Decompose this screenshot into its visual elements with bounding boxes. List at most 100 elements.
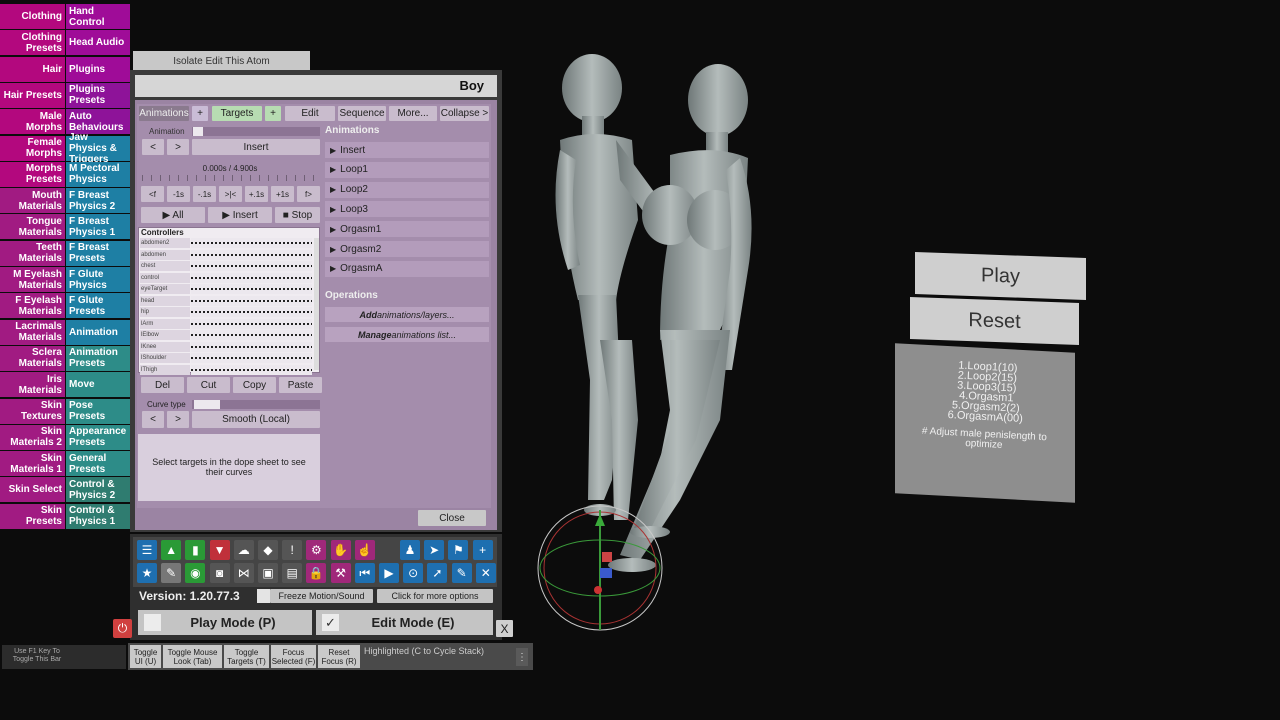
tab-f-glute-presets[interactable]: F Glute Presets bbox=[66, 293, 130, 319]
scrub-button[interactable]: <f bbox=[141, 186, 164, 202]
cut-button[interactable]: Cut bbox=[187, 377, 230, 393]
animation-item[interactable]: ▶ Insert bbox=[325, 142, 489, 158]
scrub-button[interactable]: +1s bbox=[271, 186, 294, 202]
folder-edit-icon[interactable]: ✎ bbox=[161, 563, 182, 583]
tab-jaw-physics-triggers[interactable]: Jaw Physics & Triggers bbox=[66, 132, 130, 165]
manage-animations-button[interactable]: Manage animations list... bbox=[325, 327, 489, 342]
bottom-toggle-targets-t-button[interactable]: Toggle Targets (T) bbox=[224, 645, 269, 668]
tab-lacrimals-materials[interactable]: Lacrimals Materials bbox=[0, 319, 65, 345]
tab-sequence[interactable]: Sequence bbox=[338, 106, 386, 121]
tab-collapse[interactable]: Collapse > bbox=[440, 106, 489, 121]
play-mode-checkbox[interactable] bbox=[144, 614, 161, 631]
tab-m-pectoral-physics[interactable]: M Pectoral Physics bbox=[66, 161, 130, 187]
controller-keyframes[interactable] bbox=[191, 238, 312, 248]
tab-edit[interactable]: Edit bbox=[285, 106, 335, 121]
tab-morphs-presets[interactable]: Morphs Presets bbox=[0, 161, 65, 187]
bottom-reset-focus-r-button[interactable]: Reset Focus (R) bbox=[318, 645, 360, 668]
stop-button[interactable]: ■ Stop bbox=[275, 207, 320, 223]
tab-control-physics-2[interactable]: Control & Physics 2 bbox=[66, 477, 130, 503]
cube-icon[interactable]: ◆ bbox=[258, 540, 278, 560]
hammer-icon[interactable]: ⚒ bbox=[330, 563, 351, 583]
save-red-icon[interactable]: ▼ bbox=[209, 540, 230, 560]
animation-slider-handle[interactable] bbox=[193, 127, 203, 136]
copy-button[interactable]: Copy bbox=[233, 377, 276, 393]
tab-skin-materials-2[interactable]: Skin Materials 2 bbox=[0, 424, 65, 450]
tab-clothing[interactable]: Clothing bbox=[0, 4, 65, 29]
hand-icon[interactable]: ✋ bbox=[330, 540, 351, 560]
tab-hair[interactable]: Hair bbox=[0, 56, 65, 82]
animation-item[interactable]: ▶ Loop1 bbox=[325, 161, 489, 178]
tab-move[interactable]: Move bbox=[66, 372, 130, 398]
tab-mouth-materials[interactable]: Mouth Materials bbox=[0, 188, 65, 214]
tab-sclera-materials[interactable]: Sclera Materials bbox=[0, 345, 65, 371]
person-icon[interactable]: ♟ bbox=[400, 540, 420, 560]
controller-keyframes[interactable] bbox=[191, 307, 312, 317]
plus-icon[interactable]: + bbox=[472, 540, 493, 560]
pointer-icon[interactable]: ➚ bbox=[427, 563, 448, 583]
tab-general-presets[interactable]: General Presets bbox=[66, 451, 130, 477]
network-icon[interactable]: ⋈ bbox=[233, 563, 254, 583]
skip-start-icon[interactable]: ⏮ bbox=[354, 563, 375, 583]
alert-icon[interactable]: ! bbox=[282, 540, 303, 560]
package-icon[interactable]: ▣ bbox=[258, 563, 278, 583]
tab-plugins-presets[interactable]: Plugins Presets bbox=[66, 82, 130, 108]
tab-pose-presets[interactable]: Pose Presets bbox=[66, 398, 130, 424]
del-button[interactable]: Del bbox=[141, 377, 184, 393]
bottom-focus-selected-f-button[interactable]: Focus Selected (F) bbox=[271, 645, 316, 668]
tab-appearance-presets[interactable]: Appearance Presets bbox=[66, 424, 130, 450]
close-panel-button[interactable]: Close bbox=[418, 510, 486, 526]
play-insert-button[interactable]: ▶ Insert bbox=[208, 207, 272, 223]
world-play-button[interactable]: Play bbox=[915, 252, 1086, 300]
controller-keyframes[interactable] bbox=[191, 261, 312, 271]
document-icon[interactable]: ▤ bbox=[282, 563, 303, 583]
tab-f-eyelash-materials[interactable]: F Eyelash Materials bbox=[0, 293, 65, 319]
controller-keyframes[interactable] bbox=[191, 341, 312, 352]
target-icon[interactable]: ⊙ bbox=[403, 563, 424, 583]
tab-skin-presets[interactable]: Skin Presets bbox=[0, 503, 65, 529]
controller-keyframes[interactable] bbox=[191, 364, 312, 375]
send-icon[interactable]: ➤ bbox=[424, 540, 445, 560]
tab-skin-materials-1[interactable]: Skin Materials 1 bbox=[0, 451, 65, 477]
tab-auto-behaviours[interactable]: Auto Behaviours bbox=[66, 109, 130, 135]
timeline-scrubber[interactable] bbox=[142, 175, 320, 181]
tab-skin-textures[interactable]: Skin Textures bbox=[0, 398, 65, 424]
scrub-button[interactable]: f> bbox=[297, 186, 320, 202]
animation-item[interactable]: ▶ OrgasmA bbox=[325, 260, 489, 277]
animation-item[interactable]: ▶ Loop2 bbox=[325, 181, 489, 198]
play-all-button[interactable]: ▶ All bbox=[141, 207, 205, 223]
insert-button[interactable]: Insert bbox=[192, 139, 320, 155]
animation-slider[interactable] bbox=[192, 127, 320, 136]
curve-prev-button[interactable]: < bbox=[142, 411, 164, 428]
next-animation-button[interactable]: > bbox=[167, 139, 189, 155]
tab-animations-add[interactable]: + bbox=[192, 106, 208, 121]
camera-icon[interactable]: ◙ bbox=[209, 563, 230, 583]
controller-keyframes[interactable] bbox=[191, 295, 312, 306]
bottom-toggle-mouse-look-tab-button[interactable]: Toggle Mouse Look (Tab) bbox=[163, 645, 222, 668]
person-edit-icon[interactable]: ✎ bbox=[451, 563, 472, 583]
person-settings-icon[interactable]: ⚙ bbox=[306, 540, 327, 560]
tab-f-breast-presets[interactable]: F Breast Presets bbox=[66, 240, 130, 266]
freeze-checkbox[interactable] bbox=[257, 589, 270, 603]
prev-animation-button[interactable]: < bbox=[142, 139, 164, 155]
scrub-button[interactable]: -1s bbox=[167, 186, 190, 202]
tab-more[interactable]: More... bbox=[389, 106, 437, 121]
more-vert-icon[interactable]: ⋮ bbox=[516, 648, 528, 666]
tab-male-morphs[interactable]: Male Morphs bbox=[0, 109, 65, 135]
tab-hand-control[interactable]: Hand Control bbox=[66, 4, 130, 29]
tab-iris-materials[interactable]: Iris Materials bbox=[0, 372, 65, 398]
scrub-button[interactable]: >|< bbox=[219, 186, 242, 202]
tab-tongue-materials[interactable]: Tongue Materials bbox=[0, 214, 65, 240]
tab-female-morphs[interactable]: Female Morphs bbox=[0, 135, 65, 161]
play-icon[interactable]: ▶ bbox=[379, 563, 399, 583]
folder-save-icon[interactable]: ▲ bbox=[161, 540, 182, 560]
tab-hair-presets[interactable]: Hair Presets bbox=[0, 82, 65, 108]
tab-clothing-presets[interactable]: Clothing Presets bbox=[0, 30, 65, 56]
tab-teeth-materials[interactable]: Teeth Materials bbox=[0, 240, 65, 266]
dope-scrollbar[interactable] bbox=[314, 238, 319, 370]
paste-button[interactable]: Paste bbox=[279, 377, 322, 393]
add-animations-button[interactable]: Add animations/layers... bbox=[325, 307, 489, 322]
edit-mode-checkbox[interactable]: ✓ bbox=[322, 614, 339, 631]
close-x-button[interactable]: X bbox=[496, 620, 513, 637]
cloud-download-icon[interactable]: ☁ bbox=[233, 540, 254, 560]
isolate-edit-atom-button[interactable]: Isolate Edit This Atom bbox=[133, 51, 310, 72]
